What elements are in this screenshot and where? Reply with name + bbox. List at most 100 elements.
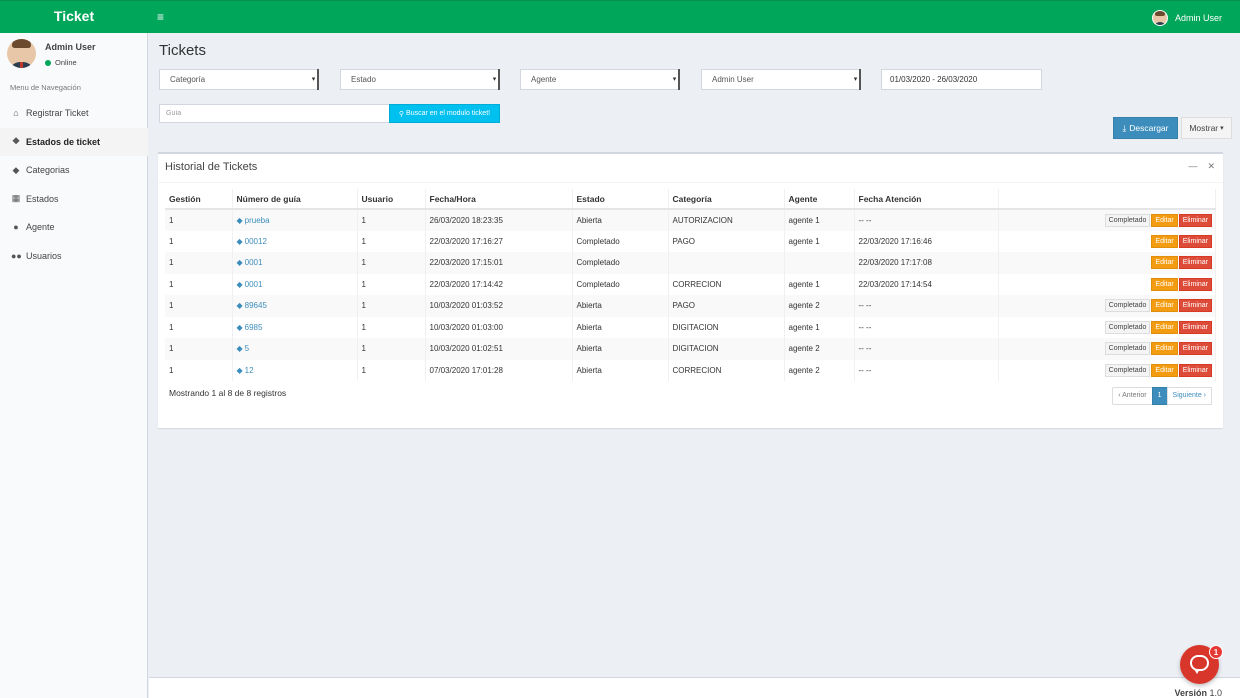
tag-icon: ◆ — [236, 365, 243, 375]
agente-select[interactable]: Agente — [520, 69, 680, 90]
sidebar-item-usuarios[interactable]: ●● Usuarios — [0, 242, 148, 271]
cell-fecha: 10/03/2020 01:02:51 — [425, 338, 573, 360]
sidebar-item-label: Estados — [26, 193, 59, 204]
editar-button[interactable]: Editar — [1151, 277, 1178, 291]
guia-link[interactable]: ◆ 00012 — [237, 237, 267, 246]
cell-categoria: AUTORIZACION — [668, 209, 785, 231]
estado-select[interactable]: Estado — [340, 69, 500, 90]
cell-guia: ◆ 6985 — [232, 316, 358, 338]
cell-usuario: 1 — [357, 252, 426, 274]
guia-search-input[interactable] — [159, 104, 390, 123]
eliminar-button[interactable]: Eliminar — [1178, 342, 1212, 356]
cell-fecha: 07/03/2020 17:01:28 — [425, 359, 573, 381]
editar-button[interactable]: Editar — [1151, 213, 1178, 227]
cell-categoria: PAGO — [668, 295, 785, 317]
col-fecha-atencion[interactable]: Fecha Atención — [854, 189, 999, 210]
brand-logo[interactable]: Ticket — [0, 1, 148, 33]
col-agente[interactable]: Agente — [784, 189, 855, 210]
close-icon[interactable]: ✕ — [1207, 161, 1215, 172]
guia-link[interactable]: ◆ 0001 — [237, 280, 263, 289]
guia-link[interactable]: ◆ 6985 — [237, 323, 263, 332]
main-header: Ticket ≡ Admin User — [0, 0, 1240, 33]
cell-estado: Abierta — [572, 295, 669, 317]
guia-link[interactable]: ◆ 5 — [237, 344, 250, 353]
eliminar-button[interactable]: Eliminar — [1178, 213, 1212, 227]
sidebar-item-estados-de-ticket[interactable]: ❖ Estados de ticket — [0, 127, 148, 156]
prev-page-button[interactable]: ‹ Anterior — [1112, 387, 1153, 405]
col-usuario[interactable]: Usuario — [357, 189, 426, 210]
cell-agente: agente 1 — [784, 209, 855, 231]
cell-usuario: 1 — [357, 230, 426, 252]
editar-button[interactable]: Editar — [1151, 234, 1178, 248]
download-button[interactable]: ⤓ Descargar — [1113, 117, 1178, 139]
table-row: 1 ◆ 0001 1 22/03/2020 17:14:42 Completado CORR… — [165, 273, 1216, 295]
editar-button[interactable]: Editar — [1151, 363, 1178, 377]
col-categoria[interactable]: Categoría — [668, 189, 785, 210]
editar-button[interactable]: Editar — [1151, 342, 1178, 356]
cell-gestion: 1 — [165, 338, 233, 360]
cell-gestion: 1 — [165, 295, 233, 317]
completado-button[interactable]: Completado — [1104, 299, 1151, 313]
cell-categoria: PAGO — [668, 230, 785, 252]
cell-usuario: 1 — [357, 338, 426, 360]
search-button[interactable]: ⚲ Buscar en el modulo ticket! — [389, 104, 500, 123]
cell-gestion: 1 — [165, 252, 233, 274]
col-gestion[interactable]: Gestión — [165, 189, 233, 210]
cell-gestion: 1 — [165, 359, 233, 381]
guia-link[interactable]: ◆ 0001 — [237, 258, 263, 267]
editar-button[interactable]: Editar — [1151, 320, 1178, 334]
completado-button[interactable]: Completado — [1104, 342, 1151, 356]
eliminar-button[interactable]: Eliminar — [1178, 277, 1212, 291]
hamburger-icon[interactable]: ≡ — [157, 9, 164, 25]
cell-agente: agente 2 — [784, 295, 855, 317]
guia-link[interactable]: ◆ 12 — [237, 366, 254, 375]
eliminar-button[interactable]: Eliminar — [1178, 299, 1212, 313]
tag-icon: ◆ — [236, 258, 243, 268]
cell-agente: agente 2 — [784, 338, 855, 360]
eliminar-button[interactable]: Eliminar — [1178, 320, 1212, 334]
completado-button[interactable]: Completado — [1104, 320, 1151, 334]
tag-icon: ◆ — [236, 322, 243, 332]
collapse-icon[interactable]: — — [1188, 161, 1197, 172]
cell-atencion: -- -- — [854, 209, 999, 231]
show-dropdown-button[interactable]: Mostrar ▾ — [1181, 117, 1232, 139]
completado-button[interactable]: Completado — [1104, 363, 1151, 377]
page-1-button[interactable]: 1 — [1151, 387, 1168, 405]
date-range-input[interactable]: 01/03/2020 - 26/03/2020 — [881, 69, 1042, 90]
col-acciones — [998, 189, 1216, 210]
sidebar-item-categorias[interactable]: ◆ Categorias — [0, 156, 148, 185]
sidebar-item-agente[interactable]: ● Agente — [0, 213, 148, 242]
cell-atencion: 22/03/2020 17:17:08 — [854, 252, 999, 274]
cell-fecha: 22/03/2020 17:14:42 — [425, 273, 573, 295]
box-title: Historial de Tickets — [165, 161, 258, 173]
guia-link[interactable]: ◆ 89645 — [237, 301, 267, 310]
cell-usuario: 1 — [357, 295, 426, 317]
cell-actions: Completado Editar Eliminar — [998, 359, 1216, 381]
table-row: 1 ◆ 5 1 10/03/2020 01:02:51 Abierta DIGITACION… — [165, 338, 1216, 360]
eliminar-button[interactable]: Eliminar — [1178, 363, 1212, 377]
cell-categoria: DIGITACION — [668, 316, 785, 338]
eliminar-button[interactable]: Eliminar — [1178, 256, 1212, 270]
col-estado[interactable]: Estado — [572, 189, 669, 210]
guia-number: 12 — [244, 365, 254, 375]
eliminar-button[interactable]: Eliminar — [1178, 234, 1212, 248]
editar-button[interactable]: Editar — [1151, 256, 1178, 270]
tag-icon: ◆ — [236, 215, 243, 225]
guia-link[interactable]: ◆ prueba — [237, 216, 270, 225]
next-page-button[interactable]: Siguiente › — [1166, 387, 1212, 405]
cell-fecha: 22/03/2020 17:16:27 — [425, 230, 573, 252]
cell-estado: Completado — [572, 273, 669, 295]
sidebar-item-estados[interactable]: ▦ Estados — [0, 185, 148, 214]
completado-button[interactable]: Completado — [1104, 213, 1151, 227]
cell-gestion: 1 — [165, 209, 233, 231]
box-tools: — ✕ — [1188, 161, 1215, 172]
editar-button[interactable]: Editar — [1151, 299, 1178, 313]
sidebar-item-registrar-ticket[interactable]: ⌂ Registrar Ticket — [0, 99, 148, 128]
tag-icon: ◆ — [236, 344, 243, 354]
categoria-select[interactable]: Categoría — [159, 69, 319, 90]
col-guia[interactable]: Número de guía — [232, 189, 358, 210]
top-user-menu[interactable]: Admin User — [1151, 9, 1222, 27]
col-fecha[interactable]: Fecha/Hora — [425, 189, 573, 210]
usuario-select[interactable]: Admin User — [701, 69, 861, 90]
user-avatar — [7, 39, 36, 68]
